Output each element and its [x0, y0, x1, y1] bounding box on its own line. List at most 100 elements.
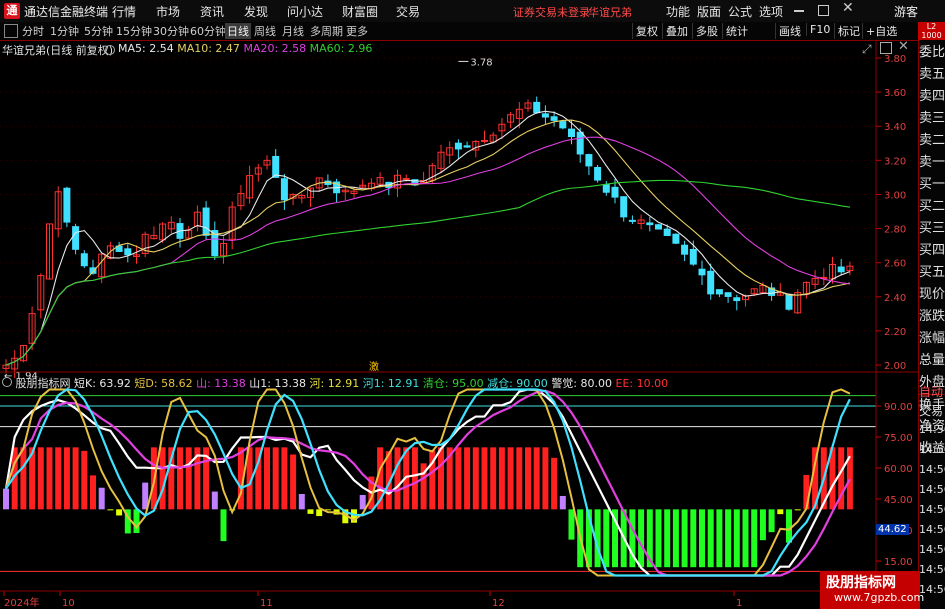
ind-bar — [438, 447, 444, 510]
sidebar-item-buy2[interactable]: 买二 — [919, 196, 945, 218]
tab-multi-period[interactable]: 多周期 — [310, 23, 343, 39]
overlay-button[interactable]: 叠加 — [662, 23, 688, 39]
ind-bar — [220, 509, 227, 542]
sidebar-item-sell5[interactable]: 卖五 — [919, 64, 945, 86]
add-watchlist-button[interactable]: +自选 — [862, 23, 897, 39]
draw-button[interactable]: 画线 — [775, 23, 801, 39]
guest-label[interactable]: 游客 — [894, 3, 918, 20]
candle-body — [280, 178, 288, 201]
candle-body — [698, 268, 706, 276]
sidebar-item-pct[interactable]: 涨幅 — [919, 328, 945, 350]
ind-bar — [655, 509, 662, 568]
expand-icon[interactable]: ⤢ — [862, 42, 872, 57]
tab-15min[interactable]: 15分钟 — [116, 23, 152, 39]
candle-body — [594, 167, 602, 181]
sidebar-item-sell3[interactable]: 卖三 — [919, 108, 945, 130]
ind-bar — [185, 447, 192, 510]
x-axis-label: 1 — [736, 598, 742, 609]
multi-stock-button[interactable]: 多股 — [692, 23, 718, 39]
price-tick-label: 2.40 — [884, 293, 906, 304]
tab-30min[interactable]: 30分钟 — [153, 23, 189, 39]
ind-bar — [290, 454, 297, 510]
price-tick-label: 3.80 — [884, 54, 906, 65]
tab-1min[interactable]: 1分钟 — [50, 23, 79, 39]
tab-weekly[interactable]: 周线 — [254, 23, 276, 39]
sidebar-item-volume[interactable]: 总量 — [919, 350, 945, 372]
menu-market[interactable]: 市场 — [156, 3, 180, 20]
menu-layout[interactable]: 版面 — [697, 3, 721, 20]
panel-toggle-icon[interactable] — [4, 24, 18, 38]
menu-news[interactable]: 资讯 — [200, 3, 224, 20]
x-axis-label: 10 — [62, 598, 75, 609]
price-tick-label: 3.00 — [884, 190, 906, 201]
menu-wealth[interactable]: 财富圈 — [342, 3, 378, 20]
tab-5min[interactable]: 5分钟 — [84, 23, 113, 39]
sidebar-item-buy4[interactable]: 买四 — [919, 240, 945, 262]
candle-body — [124, 248, 132, 256]
candle-body — [568, 128, 575, 138]
minimize-icon[interactable] — [794, 10, 804, 12]
panel-close-icon[interactable]: ✕ — [898, 39, 909, 54]
tab-more[interactable]: 更多 — [346, 23, 368, 39]
short-d-line — [5, 388, 851, 577]
sidebar-item-sell2[interactable]: 卖二 — [919, 130, 945, 152]
trade-label[interactable]: 交易 — [919, 402, 945, 420]
sidebar-item-buy5[interactable]: 买五 — [919, 262, 945, 284]
settings-dot-icon[interactable] — [105, 45, 115, 55]
sidebar-item-sell4[interactable]: 卖四 — [919, 86, 945, 108]
mountain-shadow-line — [4, 389, 851, 577]
tab-60min[interactable]: 60分钟 — [190, 23, 226, 39]
menu-formula[interactable]: 公式 — [728, 3, 752, 20]
candle-body — [585, 154, 593, 167]
candle-body — [80, 253, 88, 267]
ind-bar — [498, 447, 505, 510]
tab-daily[interactable]: 日线 — [225, 23, 251, 39]
menu-quotes[interactable]: 行情 — [112, 3, 136, 20]
auto-label[interactable]: 自动 — [919, 383, 945, 401]
candle-body — [454, 142, 462, 150]
price-tick-label: 2.00 — [884, 361, 906, 372]
menu-ask[interactable]: 问小达 — [287, 3, 323, 20]
menu-discover[interactable]: 发现 — [244, 3, 268, 20]
sidebar-item-change[interactable]: 涨跌 — [919, 306, 945, 328]
indicator-settings-icon[interactable] — [2, 377, 12, 387]
ind-river1: 河1: 12.91 — [362, 377, 420, 390]
mark-button[interactable]: 标记 — [834, 23, 860, 39]
ind-bar — [455, 447, 462, 510]
candle-body — [681, 244, 689, 255]
sidebar-item-buy1[interactable]: 买一 — [919, 174, 945, 196]
tab-monthly[interactable]: 月线 — [282, 23, 304, 39]
level-badge-icon[interactable]: L2 1000 — [918, 22, 945, 40]
panel-max-icon[interactable] — [880, 42, 892, 54]
sidebar-item-weibi[interactable]: 委比 — [919, 42, 945, 64]
chart-area[interactable]: 3.78← 1.94激 3.80 3.60 3.40 3.20 3.00 2.80 2.60… — [0, 40, 918, 609]
ind-clear: 清仓: 95.00 — [422, 377, 484, 390]
ind-bar — [707, 509, 714, 568]
f10-button[interactable]: F10 — [806, 23, 830, 36]
ind-bar — [672, 509, 679, 568]
price-tick-label: 3.20 — [884, 156, 906, 167]
trade-login-warning[interactable]: 证券交易未登录 — [513, 4, 590, 20]
ind-tick-label: 75.00 — [884, 433, 913, 444]
ind-bar — [699, 509, 705, 568]
stats-button[interactable]: 统计 — [722, 23, 748, 39]
ind-tick-label: 45.00 — [884, 495, 913, 506]
menu-options[interactable]: 选项 — [759, 3, 783, 20]
price-panel: 3.78← 1.94激 — [0, 57, 871, 382]
sidebar-item-buy3[interactable]: 买三 — [919, 218, 945, 240]
menu-trade[interactable]: 交易 — [396, 3, 420, 20]
app-title: 通达信金融终端 — [24, 5, 109, 19]
ind-bar — [716, 509, 723, 568]
ind-bar — [359, 494, 366, 510]
menu-function[interactable]: 功能 — [666, 3, 690, 20]
maximize-icon[interactable] — [818, 5, 829, 16]
tab-intraday[interactable]: 分时 — [22, 23, 44, 39]
time-item: 14:56 — [919, 483, 945, 496]
adjust-button[interactable]: 复权 — [632, 23, 658, 39]
candle-body — [628, 219, 636, 222]
sidebar-item-sell1[interactable]: 卖一 — [919, 152, 945, 174]
price-legend: 华谊兄弟(日线 前复权) MA5: 2.54 MA10: 2.47 MA20: … — [2, 42, 372, 58]
close-icon[interactable]: ✕ — [842, 0, 854, 16]
sidebar-item-price[interactable]: 现价 — [919, 284, 945, 306]
candle-body — [646, 222, 654, 226]
